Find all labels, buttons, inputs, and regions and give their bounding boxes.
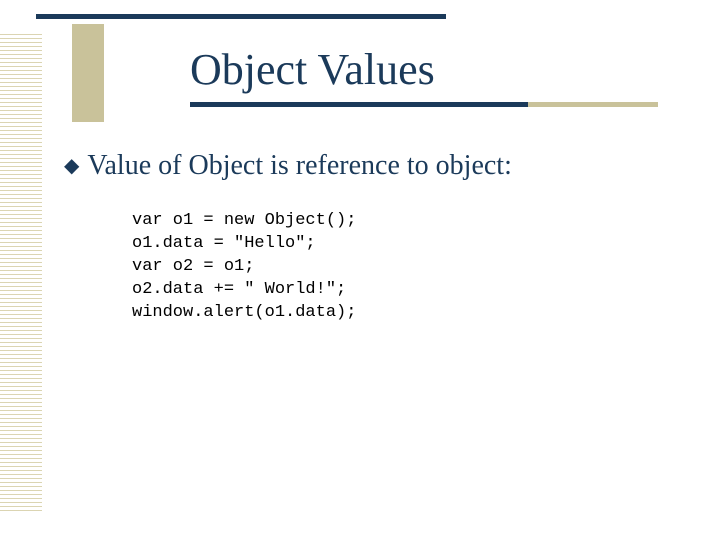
title-underline [190,102,528,107]
code-line: o1.data = "Hello"; [132,234,316,253]
vertical-accent-bar [72,24,104,122]
code-line: var o1 = new Object(); [132,211,356,230]
bullet-text: Value of Object is reference to object: [87,150,511,182]
code-line: window.alert(o1.data); [132,303,356,322]
code-line: var o2 = o1; [132,257,254,276]
left-stripe-decoration [0,34,42,514]
bullet-item: ◆ Value of Object is reference to object… [64,150,512,182]
code-block: var o1 = new Object(); o1.data = "Hello"… [132,210,356,325]
slide-title: Object Values [190,44,435,95]
diamond-bullet-icon: ◆ [64,156,79,176]
code-line: o2.data += " World!"; [132,280,346,299]
top-horizontal-rule [36,14,446,19]
title-underline-extension [528,102,658,107]
slide: Object Values ◆ Value of Object is refer… [0,0,720,540]
